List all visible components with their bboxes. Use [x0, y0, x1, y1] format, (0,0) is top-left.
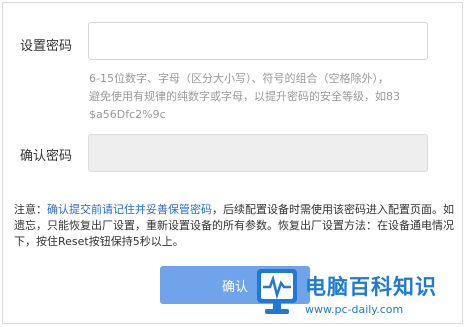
watermark-text: 电脑百科知识 www.pc-daily.com: [305, 271, 437, 316]
hint-line-2: 避免使用有规律的纯数字或字母，以提升密码的安全等级，如83: [89, 90, 400, 103]
password-input[interactable]: [88, 22, 428, 60]
hint-line-3: $a56Dfc2%9c: [89, 108, 166, 121]
confirm-password-label: 确认密码: [20, 149, 73, 164]
notice-link[interactable]: 确认提交前请记住并妥善保管密码: [47, 203, 212, 216]
notice-text: 注意：确认提交前请记住并妥善保管密码，后续配置设备时需使用该密码进入配置页面。如…: [14, 202, 454, 250]
watermark-title: 电脑百科知识: [305, 274, 437, 299]
password-hint: 6-15位数字、字母（区分大小写）、符号的组合（空格除外）， 避免使用有规律的纯…: [89, 70, 439, 124]
watermark: 电脑百科知识 www.pc-daily.com: [255, 263, 460, 323]
confirm-button-label: 确认: [221, 279, 248, 295]
watermark-url: www.pc-daily.com: [305, 302, 404, 316]
password-label: 设置密码: [20, 39, 73, 54]
hint-line-1: 6-15位数字、字母（区分大小写）、符号的组合（空格除外），: [89, 72, 389, 85]
monitor-pulse-icon: [255, 267, 299, 319]
confirm-password-input[interactable]: [88, 134, 428, 172]
notice-prefix: 注意：: [14, 203, 47, 216]
